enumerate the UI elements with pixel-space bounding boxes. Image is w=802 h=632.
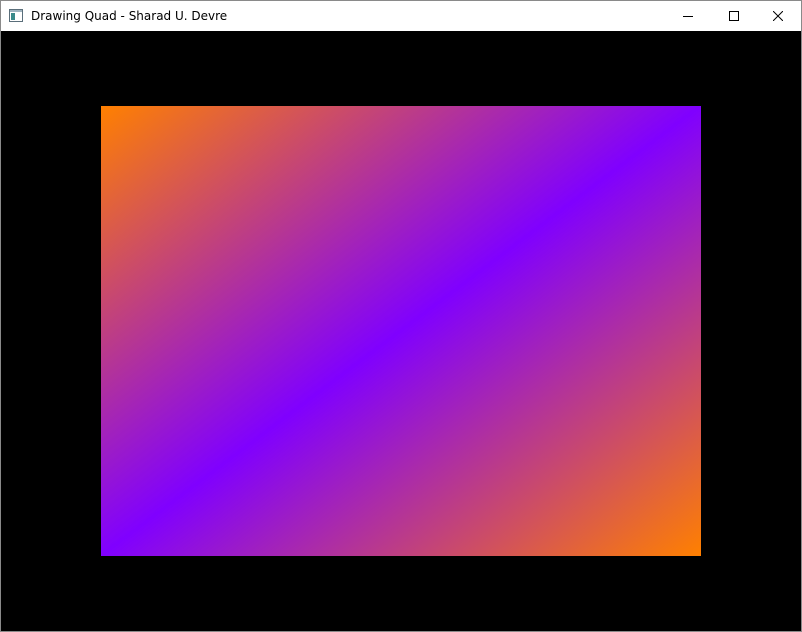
minimize-icon xyxy=(683,16,693,17)
minimize-button[interactable] xyxy=(665,1,711,31)
title-bar[interactable]: Drawing Quad - Sharad U. Devre xyxy=(1,1,801,31)
app-window: Drawing Quad - Sharad U. Devre xyxy=(0,0,802,632)
window-title: Drawing Quad - Sharad U. Devre xyxy=(31,9,228,23)
close-icon xyxy=(773,11,783,21)
render-canvas[interactable] xyxy=(1,31,801,631)
app-window-icon xyxy=(9,9,23,22)
maximize-icon xyxy=(729,11,739,21)
maximize-button[interactable] xyxy=(711,1,757,31)
gradient-quad xyxy=(101,106,701,556)
close-button[interactable] xyxy=(755,1,801,31)
